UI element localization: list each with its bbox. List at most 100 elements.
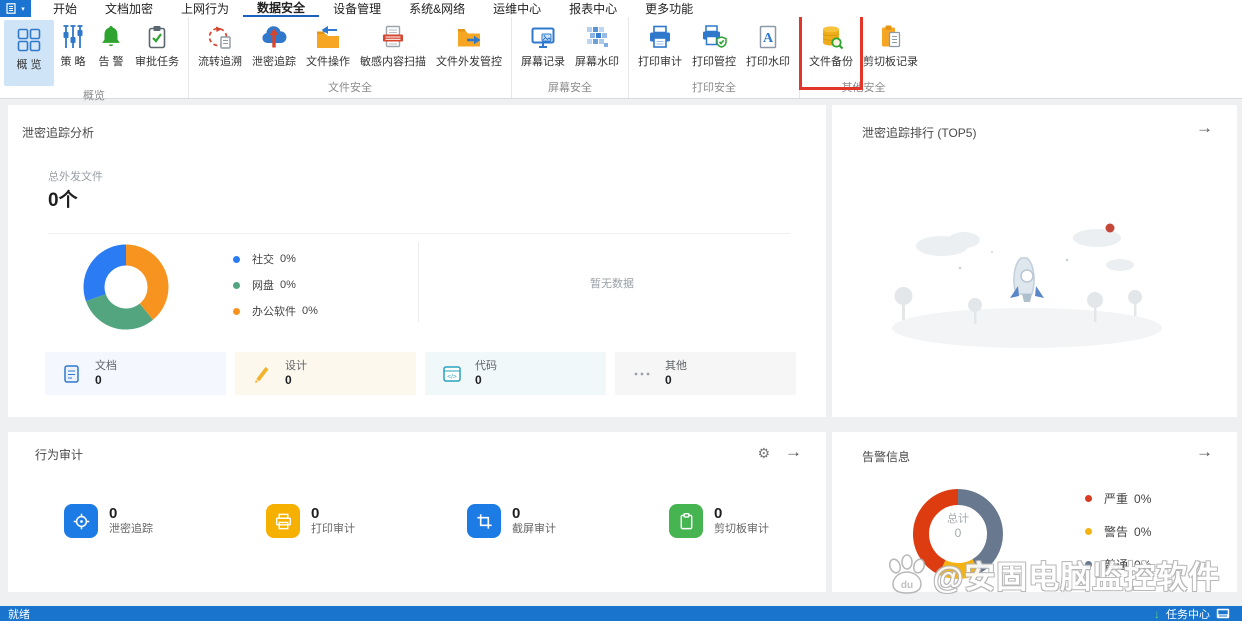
audit-item-screenshot-audit: 0 截屏审计 <box>467 504 556 538</box>
policy-button[interactable]: 策 略 <box>54 20 92 69</box>
legend-dot <box>1085 528 1092 535</box>
print-watermark-button-label: 打印水印 <box>746 56 790 68</box>
print-audit-button[interactable]: 打印审计 <box>633 20 687 69</box>
ribbon-group-label: 屏幕安全 <box>548 82 592 94</box>
flow-trace-icon <box>208 26 231 49</box>
screen-record-icon <box>531 27 555 48</box>
clipboard-icon <box>669 504 703 538</box>
ribbon-group-label: 文件安全 <box>328 82 372 94</box>
document-icon <box>61 363 83 385</box>
tab-system-network[interactable]: 系统&网络 <box>395 0 479 17</box>
file-operation-folder-icon <box>317 26 339 48</box>
print-watermark-button[interactable]: A 打印水印 <box>741 20 795 69</box>
legend-item-normal: 普通 0% <box>1085 548 1151 581</box>
audit-item-print-audit: 0 打印审计 <box>266 504 355 538</box>
tab-ops-center[interactable]: 运维中心 <box>479 0 555 17</box>
arrow-right-icon[interactable]: → <box>1196 443 1213 460</box>
legend-item-critical: 严重 0% <box>1085 482 1151 515</box>
monitor-icon[interactable] <box>1216 608 1230 619</box>
panel-title: 告警信息 <box>862 450 911 464</box>
tab-start[interactable]: 开始 <box>39 0 91 17</box>
ellipsis-icon <box>631 363 653 385</box>
print-control-button-label: 打印管控 <box>692 56 736 68</box>
leak-trace-button-label: 泄密追踪 <box>252 56 296 68</box>
panel-title: 泄密追踪分析 <box>22 126 95 140</box>
file-operation-button[interactable]: 文件操作 <box>301 20 355 69</box>
red-dot <box>1105 223 1115 233</box>
print-audit-icon <box>650 25 670 48</box>
leak-trace-button[interactable]: 泄密追踪 <box>247 20 301 69</box>
tab-doc-encryption[interactable]: 文档加密 <box>91 0 167 17</box>
alert-button[interactable]: 告 警 <box>92 20 130 69</box>
panel-title: 行为审计 <box>35 448 84 462</box>
design-pen-icon <box>251 363 273 385</box>
alert-button-label: 告 警 <box>98 56 124 68</box>
download-arrow-icon[interactable]: ↓ <box>1154 607 1160 621</box>
tab-report-center[interactable]: 报表中心 <box>555 0 631 17</box>
screen-watermark-icon <box>587 27 608 47</box>
flow-trace-button[interactable]: 流转追溯 <box>193 20 247 69</box>
print-control-button[interactable]: 打印管控 <box>687 20 741 69</box>
settings-gear-icon[interactable]: ⚙ <box>757 446 770 460</box>
dashboard-content: 泄密追踪分析 总外发文件 0个 社交0% 网盘0% 办公软件0% 暂无数据 <box>0 98 1242 606</box>
arrow-right-icon[interactable]: → <box>785 443 802 460</box>
sensitive-scan-button-label: 敏感内容扫描 <box>360 56 426 68</box>
sensitive-scan-icon <box>383 25 403 48</box>
audit-item-clipboard-audit: 0 剪切板审计 <box>669 504 769 538</box>
ribbon-group-file-security: 流转追溯 泄密追踪 文件操作 敏感内容扫描 文件外发管控 文件安全 <box>189 17 512 98</box>
card-design: 设计 0 <box>235 352 416 395</box>
legend-item-netdisk: 网盘 0% <box>233 272 318 298</box>
policy-button-label: 策 略 <box>60 56 86 68</box>
legend-dot <box>1085 561 1092 568</box>
task-center-button[interactable]: 任务中心 <box>1166 606 1210 621</box>
legend-item-social: 社交 0% <box>233 246 318 272</box>
tab-web-behavior[interactable]: 上网行为 <box>167 0 243 17</box>
app-menu-button[interactable]: ▾ <box>0 0 31 17</box>
card-code: </> 代码 0 <box>425 352 606 395</box>
print-watermark-icon: A <box>759 25 777 49</box>
rocket-empty-state-illustration <box>892 223 1162 348</box>
legend-item-office: 办公软件 0% <box>233 298 318 324</box>
approval-tasks-button[interactable]: 审批任务 <box>130 20 184 69</box>
approval-clipboard-icon <box>148 26 166 49</box>
app-window: ▾ 开始 文档加密 上网行为 数据安全 设备管理 系统&网络 运维中心 报表中心… <box>0 0 1242 621</box>
arrow-right-icon[interactable]: → <box>1196 119 1213 136</box>
file-type-cards: 文档 0 设计 0 </> 代码 0 其他 0 <box>45 352 796 395</box>
panel-leak-trace-analysis: 泄密追踪分析 总外发文件 0个 社交0% 网盘0% 办公软件0% 暂无数据 <box>8 105 826 417</box>
legend-dot <box>1085 495 1092 502</box>
legend-dot <box>233 255 240 263</box>
file-backup-button-label: 文件备份 <box>809 56 853 68</box>
channel-legend: 社交 0% 网盘 0% 办公软件 0% <box>233 246 318 324</box>
ribbon-group-label: 概览 <box>83 90 105 102</box>
print-control-icon <box>703 25 727 48</box>
file-outgoing-control-button[interactable]: 文件外发管控 <box>431 20 507 69</box>
overview-grid-icon <box>17 28 41 52</box>
clipboard-record-button[interactable]: 剪切板记录 <box>858 20 923 69</box>
screen-watermark-button-label: 屏幕水印 <box>575 56 619 68</box>
printer-icon <box>266 504 300 538</box>
sensitive-scan-button[interactable]: 敏感内容扫描 <box>355 20 431 69</box>
divider <box>48 233 790 234</box>
outgoing-channel-donut-chart <box>83 244 169 330</box>
clipboard-record-icon <box>881 25 900 48</box>
tab-device-management[interactable]: 设备管理 <box>319 0 395 17</box>
donut-center-total: 总计 0 <box>947 513 969 540</box>
ribbon-tab-bar: ▾ 开始 文档加密 上网行为 数据安全 设备管理 系统&网络 运维中心 报表中心… <box>0 0 1242 17</box>
clipboard-record-button-label: 剪切板记录 <box>863 56 918 68</box>
policy-sliders-icon <box>63 25 83 48</box>
panel-leak-trace-ranking: 泄密追踪排行 (TOP5) → <box>832 105 1237 417</box>
svg-text:</>: </> <box>447 373 457 380</box>
overview-button[interactable]: 概 览 <box>4 20 54 86</box>
screen-watermark-button[interactable]: 屏幕水印 <box>570 20 624 69</box>
ribbon-group-label: 其他安全 <box>841 82 886 94</box>
tab-data-security[interactable]: 数据安全 <box>243 0 320 17</box>
file-backup-button[interactable]: 文件备份 <box>799 13 863 90</box>
code-icon: </> <box>441 363 463 385</box>
svg-text:A: A <box>763 31 774 46</box>
card-document: 文档 0 <box>45 352 226 395</box>
card-other: 其他 0 <box>615 352 796 395</box>
tab-more-features[interactable]: 更多功能 <box>631 0 707 17</box>
total-outgoing-files-value: 0个 <box>48 190 78 211</box>
screen-record-button[interactable]: 屏幕记录 <box>516 20 570 69</box>
audit-item-leak-trace: 0 泄密追踪 <box>64 504 153 538</box>
